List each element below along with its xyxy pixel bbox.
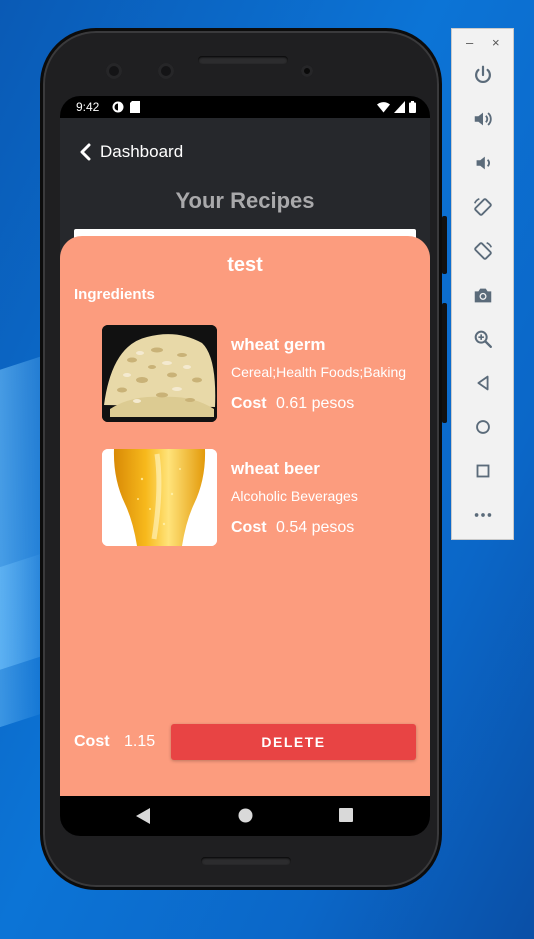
emulator-toolbar: – ×: [451, 28, 514, 540]
ingredient-item[interactable]: wheat beer Alcoholic Beverages Cost 0.54…: [102, 449, 422, 547]
recipe-name: test: [227, 254, 263, 276]
status-time: 9:42: [76, 100, 100, 114]
signal-icon: [394, 101, 405, 113]
ingredient-cost-value: 0.54 pesos: [276, 519, 355, 536]
volume-up-icon[interactable]: [470, 106, 496, 132]
wheat-germ-image: [102, 325, 217, 422]
nav-home-icon[interactable]: [238, 808, 253, 823]
bottom-speaker: [201, 857, 291, 865]
volume-side-button: [442, 303, 447, 423]
minimize-button[interactable]: –: [466, 35, 473, 50]
ingredient-categories: Cereal;Health Foods;Baking: [231, 364, 407, 380]
desktop-wallpaper-glow: [0, 552, 44, 728]
ingredients-heading: Ingredients: [74, 286, 155, 303]
power-side-button: [442, 216, 447, 274]
status-bar: 9:42: [60, 96, 430, 118]
ingredient-name: wheat beer: [231, 459, 320, 478]
camera-icon[interactable]: [470, 282, 496, 308]
system-icons: [377, 101, 416, 113]
rotate-left-icon[interactable]: [470, 194, 496, 220]
power-icon[interactable]: [470, 62, 496, 88]
assistant-icon: [112, 101, 124, 113]
wheat-beer-image: [102, 449, 217, 546]
volume-down-icon[interactable]: [470, 150, 496, 176]
notification-icons: [112, 101, 140, 113]
sd-card-icon: [130, 101, 140, 113]
total-cost-value: 1.15: [124, 733, 156, 750]
front-sensor: [158, 63, 174, 79]
recipe-detail-sheet: test Ingredients wheat germ Cereal;Healt…: [60, 236, 430, 796]
ingredient-cost-label: Cost: [231, 395, 267, 412]
ingredient-item[interactable]: wheat germ Cereal;Health Foods;Baking Co…: [102, 325, 422, 423]
back-to-dashboard-button[interactable]: Dashboard: [78, 142, 183, 162]
phone-frame: 9:42 Dashboard Your Recipes test Ingredi…: [40, 28, 447, 890]
nav-back-icon[interactable]: [136, 808, 150, 824]
delete-button[interactable]: DELETE: [171, 724, 416, 760]
android-nav-bar: [60, 796, 430, 836]
close-button[interactable]: ×: [492, 35, 500, 50]
battery-icon: [409, 101, 416, 113]
ingredient-cost-label: Cost: [231, 519, 267, 536]
more-icon[interactable]: [470, 502, 496, 528]
ingredient-cost-value: 0.61 pesos: [276, 395, 355, 412]
total-cost-label: Cost: [74, 733, 110, 750]
ingredient-name: wheat germ: [231, 335, 326, 354]
rotate-right-icon[interactable]: [470, 238, 496, 264]
back-label: Dashboard: [100, 142, 184, 161]
zoom-icon[interactable]: [470, 326, 496, 352]
page-title: Your Recipes: [175, 188, 315, 213]
wifi-icon: [377, 102, 390, 113]
nav-overview-icon[interactable]: [339, 808, 353, 822]
back-icon[interactable]: [470, 370, 496, 396]
front-sensor: [106, 63, 122, 79]
ingredient-categories: Alcoholic Beverages: [231, 488, 358, 504]
chevron-left-icon: [80, 143, 91, 161]
front-camera: [301, 65, 313, 77]
top-speaker: [198, 56, 288, 64]
home-icon[interactable]: [470, 414, 496, 440]
phone-screen: 9:42 Dashboard Your Recipes test Ingredi…: [60, 96, 430, 836]
overview-icon[interactable]: [470, 458, 496, 484]
